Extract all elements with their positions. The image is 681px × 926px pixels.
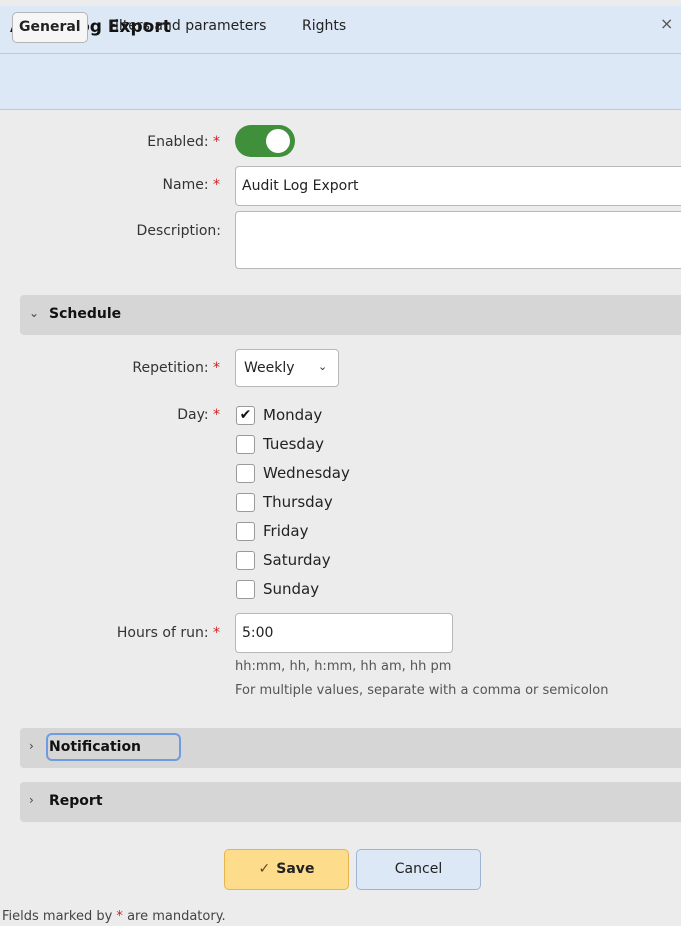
description-label: Description: xyxy=(136,223,221,239)
save-button[interactable]: ✓ Save xyxy=(224,849,349,890)
required-marker: * xyxy=(213,360,220,376)
checkmark-icon: ✓ xyxy=(258,861,271,877)
toggle-knob xyxy=(266,129,290,153)
cancel-button-label: Cancel xyxy=(394,861,443,877)
report-section-title: Report xyxy=(49,793,103,809)
day-checkbox[interactable] xyxy=(236,464,255,483)
chevron-down-icon: ⌄ xyxy=(318,360,328,373)
hours-of-run-field[interactable]: 5:00 xyxy=(235,613,453,653)
hours-format-hint: hh:mm, hh, h:mm, hh am, hh pm xyxy=(235,659,452,674)
notification-section-header[interactable]: › Notification xyxy=(20,728,681,768)
tab-filters-and-parameters[interactable]: Filters and parameters xyxy=(102,12,272,41)
enabled-toggle[interactable] xyxy=(235,125,295,157)
footer-note-prefix: Fields marked by xyxy=(2,909,113,924)
footer-note-suffix: are mandatory. xyxy=(127,909,226,924)
cancel-button[interactable]: Cancel xyxy=(356,849,481,890)
repetition-select[interactable]: Weekly ⌄ xyxy=(235,349,339,387)
enabled-label: Enabled: * xyxy=(147,134,220,150)
name-field[interactable]: Audit Log Export xyxy=(235,166,681,206)
repetition-value: Weekly xyxy=(244,360,295,376)
hours-of-run-label: Hours of run: * xyxy=(117,625,220,641)
day-label-text: Day: xyxy=(177,407,209,423)
tab-general[interactable]: General xyxy=(12,12,88,43)
required-marker: * xyxy=(213,177,220,193)
hours-separator-hint: For multiple values, separate with a com… xyxy=(235,683,609,698)
mandatory-fields-note: Fields marked by * are mandatory. xyxy=(2,909,226,924)
notification-section-title: Notification xyxy=(49,739,142,755)
report-section-header[interactable]: › Report xyxy=(20,782,681,822)
day-checkbox[interactable] xyxy=(236,551,255,570)
tab-bar xyxy=(0,54,681,110)
day-label-text: Friday xyxy=(263,522,309,540)
enabled-label-text: Enabled: xyxy=(147,134,209,150)
day-checkbox[interactable] xyxy=(236,435,255,454)
chevron-right-icon: › xyxy=(29,739,34,753)
day-label-text: Thursday xyxy=(263,493,333,511)
day-label-text: Wednesday xyxy=(263,464,350,482)
name-label-text: Name: xyxy=(162,177,209,193)
chevron-right-icon: › xyxy=(29,793,34,807)
save-text: Save xyxy=(276,861,315,877)
close-icon[interactable]: × xyxy=(660,14,673,33)
required-marker: * xyxy=(213,625,220,641)
day-checkbox[interactable] xyxy=(236,580,255,599)
required-marker: * xyxy=(213,407,220,423)
save-button-label: ✓ Save xyxy=(225,861,348,877)
description-field[interactable] xyxy=(235,211,681,269)
day-checkbox[interactable] xyxy=(236,493,255,512)
tab-rights[interactable]: Rights xyxy=(296,12,352,41)
name-label: Name: * xyxy=(163,177,220,193)
repetition-label-text: Repetition: xyxy=(132,360,209,376)
day-label-text: Monday xyxy=(263,406,323,424)
day-label-text: Saturday xyxy=(263,551,331,569)
day-checkbox[interactable] xyxy=(236,522,255,541)
hours-label-text: Hours of run: xyxy=(116,625,209,641)
day-checkbox[interactable]: ✔ xyxy=(236,406,255,425)
schedule-section-title: Schedule xyxy=(49,306,122,322)
repetition-label: Repetition: * xyxy=(132,360,220,376)
chevron-down-icon: ⌄ xyxy=(29,306,40,320)
schedule-section-header[interactable]: ⌄ Schedule xyxy=(20,295,681,335)
day-label-text: Sunday xyxy=(263,580,320,598)
required-marker: * xyxy=(116,909,123,924)
day-label: Day: * xyxy=(177,407,220,423)
day-label-text: Tuesday xyxy=(263,435,325,453)
required-marker: * xyxy=(213,134,220,150)
